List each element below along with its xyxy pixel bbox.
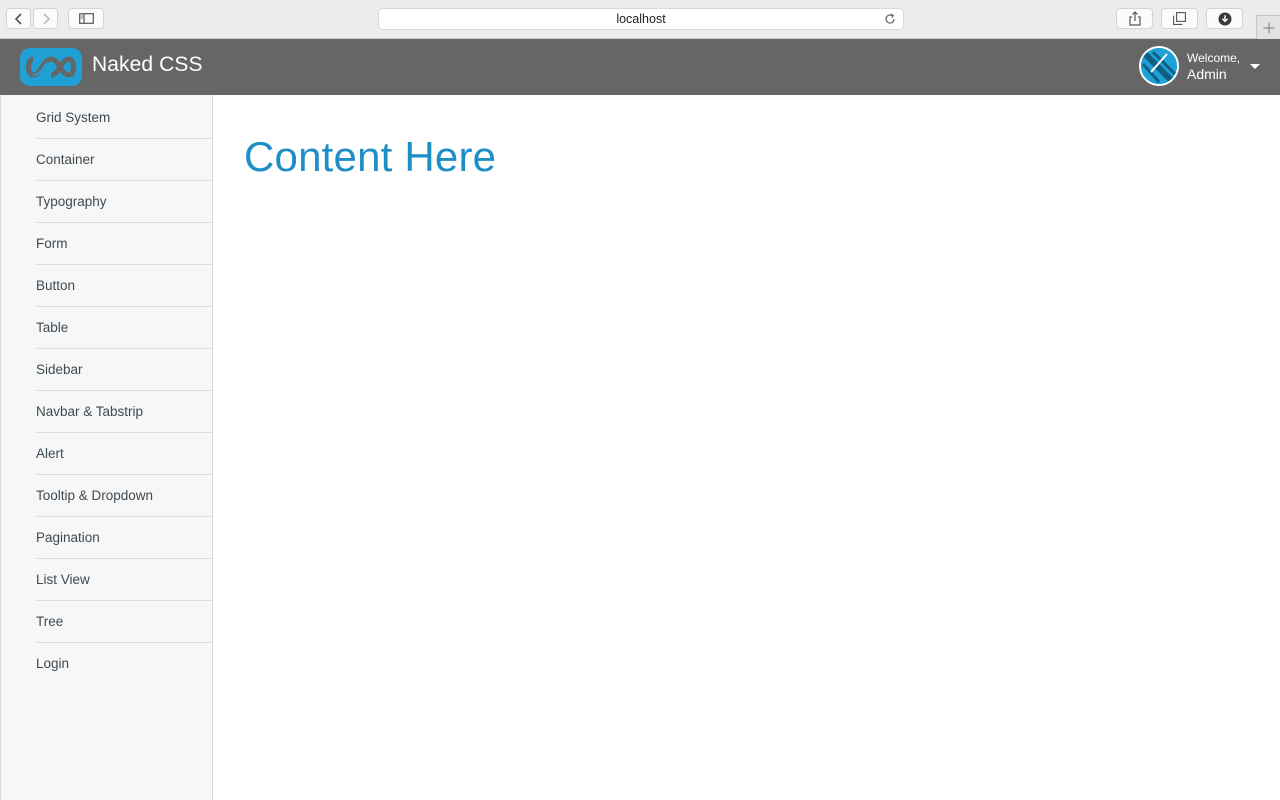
download-icon bbox=[1218, 12, 1231, 25]
logo-icon[interactable] bbox=[19, 47, 83, 92]
tabs-overview-icon bbox=[1173, 12, 1186, 25]
sidebar-item-table[interactable]: Table bbox=[36, 307, 212, 349]
reload-icon bbox=[885, 13, 895, 24]
forward-button[interactable] bbox=[33, 8, 58, 29]
address-text: localhost bbox=[616, 12, 666, 26]
plus-icon bbox=[1263, 22, 1274, 33]
reload-button[interactable] bbox=[884, 13, 896, 28]
sidebar-item-button[interactable]: Button bbox=[36, 265, 212, 307]
sidebar-item-login[interactable]: Login bbox=[36, 643, 212, 685]
user-name: Admin bbox=[1187, 66, 1227, 82]
tabs-overview-button[interactable] bbox=[1161, 8, 1198, 29]
sidebar-item-form[interactable]: Form bbox=[36, 223, 212, 265]
sidebar-nav: Grid System Container Typography Form Bu… bbox=[1, 97, 212, 685]
chevron-left-icon bbox=[14, 12, 22, 25]
share-icon bbox=[1128, 11, 1141, 26]
sidebar-item-navbar-tabstrip[interactable]: Navbar & Tabstrip bbox=[36, 391, 212, 433]
sidebar-item-tooltip-dropdown[interactable]: Tooltip & Dropdown bbox=[36, 475, 212, 517]
brand-name[interactable]: Naked CSS bbox=[92, 53, 203, 77]
sidebar-item-tree[interactable]: Tree bbox=[36, 601, 212, 643]
main-content: Content Here bbox=[213, 95, 1280, 800]
browser-toolbar: localhost bbox=[0, 0, 1280, 39]
sidebar-toggle-button[interactable] bbox=[68, 8, 104, 29]
new-tab-button[interactable] bbox=[1256, 15, 1280, 39]
sidebar-toggle-icon bbox=[78, 13, 94, 24]
sidebar-item-container[interactable]: Container bbox=[36, 139, 212, 181]
sidebar-item-pagination[interactable]: Pagination bbox=[36, 517, 212, 559]
welcome-label: Welcome, bbox=[1187, 51, 1241, 65]
sidebar: Grid System Container Typography Form Bu… bbox=[0, 95, 213, 800]
app-header: Naked CSS Welcome, Admin bbox=[0, 39, 1280, 95]
page-title: Content Here bbox=[244, 133, 497, 180]
sidebar-item-sidebar[interactable]: Sidebar bbox=[36, 349, 212, 391]
address-bar[interactable]: localhost bbox=[378, 8, 904, 30]
sidebar-item-list-view[interactable]: List View bbox=[36, 559, 212, 601]
back-button[interactable] bbox=[6, 8, 31, 29]
share-button[interactable] bbox=[1116, 8, 1153, 29]
sidebar-item-alert[interactable]: Alert bbox=[36, 433, 212, 475]
sidebar-item-grid-system[interactable]: Grid System bbox=[36, 97, 212, 139]
avatar-logo-icon bbox=[1141, 48, 1177, 84]
chevron-right-icon bbox=[42, 12, 50, 25]
user-menu[interactable]: Welcome, Admin bbox=[1187, 51, 1240, 83]
sidebar-item-typography[interactable]: Typography bbox=[36, 181, 212, 223]
avatar[interactable] bbox=[1139, 46, 1179, 86]
downloads-button[interactable] bbox=[1206, 8, 1243, 29]
caret-down-icon[interactable] bbox=[1250, 64, 1260, 69]
